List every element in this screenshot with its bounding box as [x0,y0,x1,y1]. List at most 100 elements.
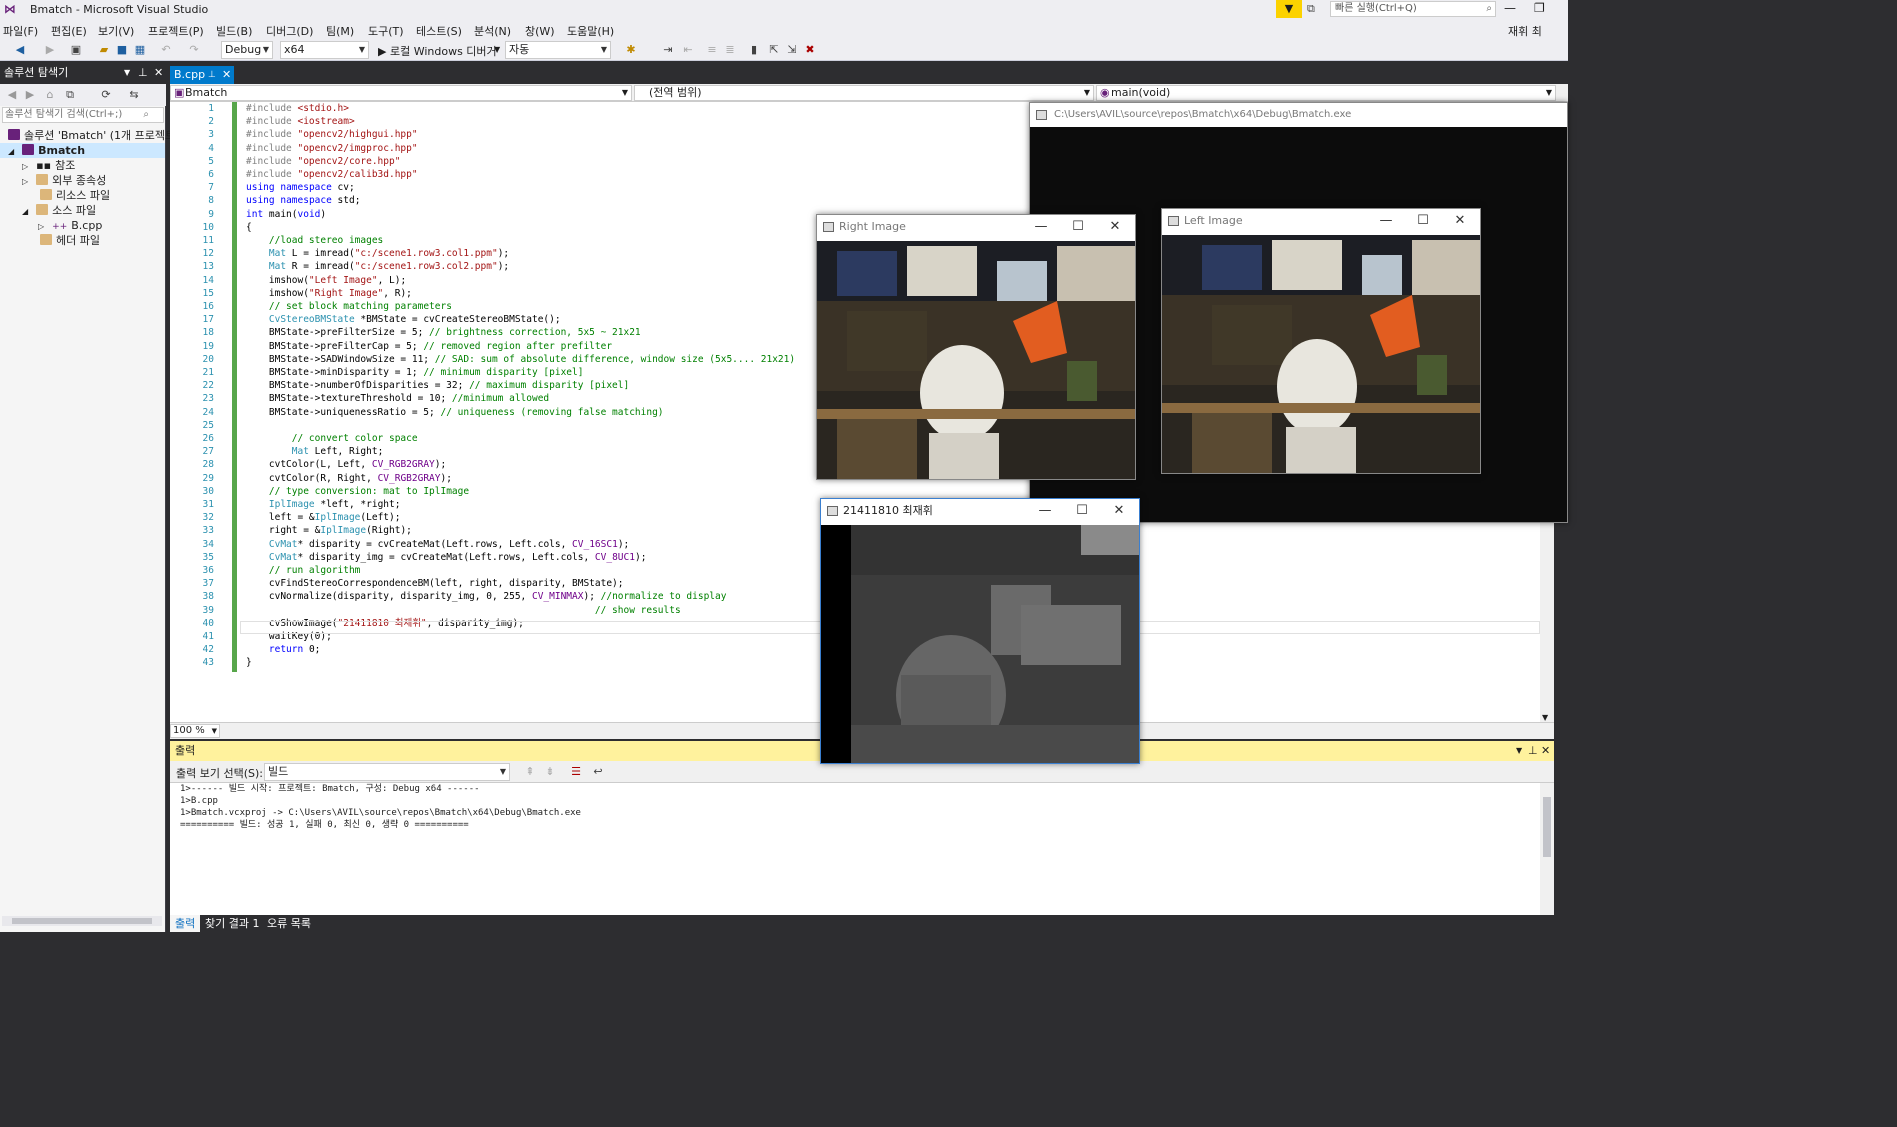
minimize-icon[interactable]: — [1023,215,1059,239]
start-debugging-button[interactable]: ▶ 로컬 Windows 디버거 [378,43,497,59]
project-scope-select[interactable]: ▣ Bmatch ▼ [170,85,632,101]
switch-views-icon[interactable]: ⧉ [62,87,78,103]
auto-select[interactable]: 자동 ▼ [505,41,611,59]
left-image-window[interactable]: Left Image — ☐ ✕ [1161,208,1481,474]
output-source-select[interactable]: 빌드 ▼ [264,763,510,781]
tree-source-files[interactable]: ◢ 소스 파일 [22,203,96,218]
new-project-icon[interactable]: ▣ [68,42,84,58]
bookmark-icon[interactable]: ▮ [746,42,762,58]
chevron-down-icon[interactable]: ▼ [494,45,500,54]
minimize-icon[interactable]: — [1368,209,1404,233]
save-icon[interactable]: ■ [114,42,130,58]
tab-bcpp[interactable]: B.cpp ⊥ ✕ [170,66,234,84]
open-icon[interactable]: ▰ [96,42,112,58]
home-icon[interactable]: ⌂ [42,87,58,103]
go-to-previous-icon[interactable]: ⇞ [522,764,538,780]
undo-icon[interactable]: ↶ [158,42,174,58]
menu-view[interactable]: 보기(V) [98,23,134,39]
tree-project[interactable]: ◢ Bmatch [0,143,165,158]
pin-icon[interactable]: ⊥ [208,66,216,84]
sync-icon[interactable]: ⇆ [126,87,142,103]
solution-search-input[interactable]: 솔루션 탐색기 검색(Ctrl+;) ⌕ [2,107,164,123]
pin-icon[interactable]: ⊥ [1528,741,1538,761]
disparity-window[interactable]: 21411810 최재휘 — ☐ ✕ [820,498,1140,764]
output-text[interactable]: 1>------ 빌드 시작: 프로젝트: Bmatch, 구성: Debug … [170,783,1540,915]
close-icon[interactable]: ✕ [1097,215,1133,239]
tree-solution[interactable]: 솔루션 'Bmatch' (1개 프로젝트 [8,128,175,143]
filter-icon[interactable]: ▼ [1276,0,1302,18]
redo-icon[interactable]: ↷ [186,42,202,58]
clear-all-icon[interactable]: ☰ [568,764,584,780]
menu-build[interactable]: 빌드(B) [216,23,252,39]
tab-output[interactable]: 출력 [170,915,201,932]
global-scope-select[interactable]: (전역 범위) ▼ [634,85,1094,101]
code-line: #include "opencv2/core.hpp" [246,155,401,167]
menu-file[interactable]: 파일(F) [3,23,38,39]
outdent-icon[interactable]: ⇤ [680,42,696,58]
line-number: 36 [202,565,214,576]
save-all-icon[interactable]: ▦ [132,42,148,58]
code-line: BMState->textureThreshold = 10; //minimu… [246,393,550,405]
back-icon[interactable]: ◀ [12,42,28,58]
right-image-window[interactable]: Right Image — ☐ ✕ [816,214,1136,480]
quick-launch-input[interactable]: 빠른 실행(Ctrl+Q) ⌕ [1330,1,1496,17]
tab-error-list[interactable]: 오류 목록 [262,915,316,932]
close-icon[interactable]: ✕ [154,62,163,84]
word-wrap-icon[interactable]: ↩ [590,764,606,780]
zoom-select[interactable]: 100 % ▼ [170,724,220,738]
solution-explorer: 솔루션 탐색기 ▼ ⊥ ✕ ◀ ▶ ⌂ ⧉ ⟳ ⇆ 솔루션 탐색기 검색(Ctr… [0,62,175,932]
prev-bookmark-icon[interactable]: ⇱ [766,42,782,58]
tree-bcpp[interactable]: ▷ ++ B.cpp [38,218,102,233]
menu-test[interactable]: 테스트(S) [416,23,462,39]
find-icon[interactable]: ✱ [623,42,639,58]
maximize-icon[interactable]: ☐ [1405,209,1441,233]
chevron-down-icon[interactable]: ▼ [124,62,130,84]
forward-icon[interactable]: ▶ [22,87,38,103]
menu-window[interactable]: 창(W) [525,23,555,39]
close-icon[interactable]: ✕ [1442,209,1478,233]
menu-analyze[interactable]: 분석(N) [474,23,511,39]
next-bookmark-icon[interactable]: ⇲ [784,42,800,58]
solution-search-placeholder: 솔루션 탐색기 검색(Ctrl+;) [5,109,123,120]
menu-tools[interactable]: 도구(T) [368,23,404,39]
tree-header-files[interactable]: 헤더 파일 [40,233,100,248]
menu-team[interactable]: 팀(M) [326,23,354,39]
clear-bookmarks-icon[interactable]: ✖ [802,42,818,58]
user-name[interactable]: 재휘 최 [1508,23,1542,39]
restore-icon[interactable]: ❐ [1534,1,1545,15]
forward-icon[interactable]: ▶ [42,42,58,58]
member-select[interactable]: ◉ main(void) ▼ [1096,85,1556,101]
pin-icon[interactable]: ⊥ [138,62,148,84]
indent-icon[interactable]: ⇥ [660,42,676,58]
tree-references[interactable]: ▷ ▪▪ 참조 [22,158,75,173]
maximize-icon[interactable]: ☐ [1060,215,1096,239]
platform-select[interactable]: x64 ▼ [280,41,369,59]
go-to-next-icon[interactable]: ⇟ [542,764,558,780]
minimize-icon[interactable]: — [1027,499,1063,523]
uncomment-icon[interactable]: ≣ [722,42,738,58]
history-icon[interactable]: ⟳ [98,87,114,103]
feedback-icon[interactable]: ⧉ [1307,2,1315,16]
menu-edit[interactable]: 편집(E) [51,23,87,39]
close-icon[interactable]: ✕ [1541,741,1550,761]
scroll-down-icon[interactable]: ▼ [1542,713,1548,722]
back-icon[interactable]: ◀ [4,87,20,103]
minimize-icon[interactable]: — [1504,1,1516,15]
configuration-select[interactable]: Debug ▼ [221,41,273,59]
solution-explorer-header: 솔루션 탐색기 ▼ ⊥ ✕ [0,62,166,84]
line-number: 34 [202,538,214,550]
tree-resource-files[interactable]: 리소스 파일 [40,188,110,203]
menu-project[interactable]: 프로젝트(P) [148,23,204,39]
tree-external-deps[interactable]: ▷ 외부 종속성 [22,173,106,188]
tab-find-results[interactable]: 찾기 결과 1 [200,915,264,932]
output-scrollbar[interactable] [1540,783,1554,915]
menu-help[interactable]: 도움말(H) [567,23,614,39]
menu-debug[interactable]: 디버그(D) [266,23,313,39]
collapse-icon: ▷ [38,222,45,231]
close-icon[interactable]: ✕ [1101,499,1137,523]
comment-icon[interactable]: ≡ [704,42,720,58]
close-icon[interactable]: ✕ [222,66,231,84]
chevron-down-icon[interactable]: ▼ [1516,741,1522,761]
maximize-icon[interactable]: ☐ [1064,499,1100,523]
horizontal-scrollbar[interactable] [2,916,162,926]
